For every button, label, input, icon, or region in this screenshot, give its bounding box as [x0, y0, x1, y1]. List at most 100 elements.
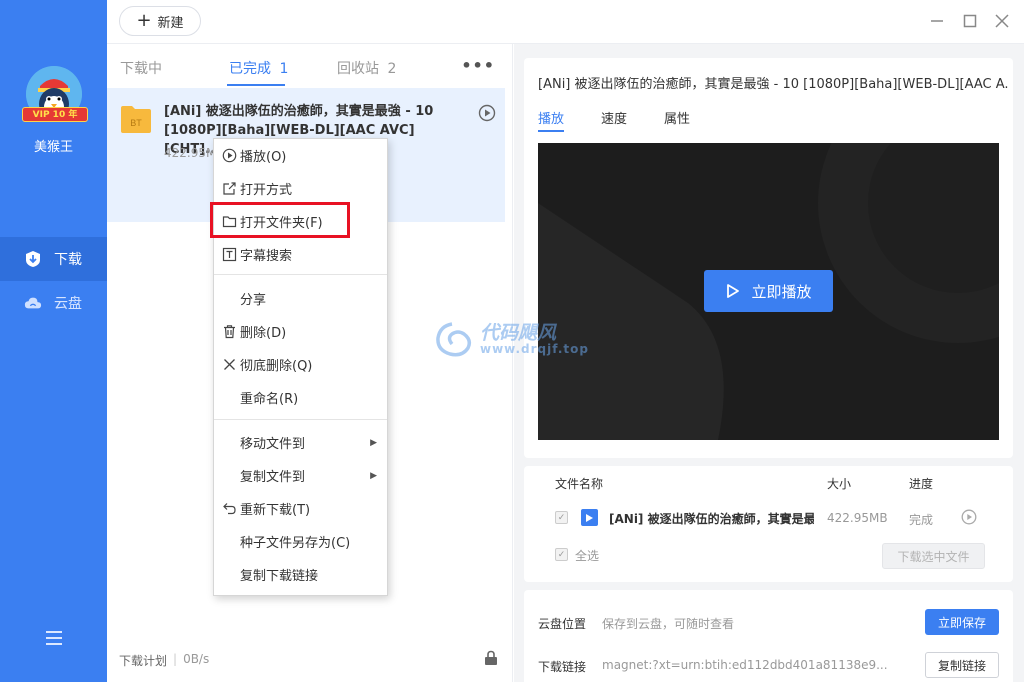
menu-item-copy-download-link[interactable]: 复制下载链接 [214, 558, 387, 591]
play-icon [727, 284, 740, 298]
menu-item-copy-to[interactable]: 复制文件到 ▶ [214, 459, 387, 492]
menu-item-subtitle-search[interactable]: 字幕搜索 [214, 238, 387, 271]
more-options-icon[interactable]: ••• [461, 56, 495, 75]
watermark-title: 代码飓风 [480, 322, 557, 344]
open-with-icon [221, 181, 237, 197]
highlight-annotation-box [210, 202, 350, 238]
tab-recycle-bin[interactable]: 回收站 2 [337, 58, 396, 78]
menu-item-label: 种子文件另存为(C) [240, 536, 351, 551]
file-checkbox[interactable]: ✓ [555, 511, 568, 524]
watermark-url: www.drqjf.top [480, 342, 589, 356]
menu-item-label: 播放(O) [240, 150, 287, 165]
menu-item-move-to[interactable]: 移动文件到 ▶ [214, 426, 387, 459]
sidebar-item-label: 下载 [54, 252, 82, 268]
trash-icon [221, 324, 237, 340]
subtitle-icon [221, 247, 237, 263]
magnet-link-text[interactable]: magnet:?xt=urn:btih:ed112dbd401a81138e9.… [602, 658, 902, 672]
sidebar-item-label: 云盘 [54, 296, 82, 312]
top-bar: + 新建 [107, 0, 1024, 44]
close-window-icon[interactable] [991, 10, 1013, 32]
tab-label: 下载中 [120, 61, 162, 77]
menu-item-rename[interactable]: 重命名(R) [214, 381, 387, 414]
menu-item-label: 彻底删除(Q) [240, 359, 313, 374]
download-speed: 0B/s [183, 652, 210, 666]
tab-completed[interactable]: 已完成 1 [229, 58, 288, 78]
menu-item-label: 重命名(R) [240, 392, 299, 407]
redo-icon [221, 501, 237, 517]
download-plan-link[interactable]: 下载计划 [119, 652, 167, 669]
maximize-icon[interactable] [959, 10, 981, 32]
video-file-icon [581, 509, 598, 526]
plus-icon: + [136, 10, 152, 31]
footer-divider: | [173, 652, 178, 666]
tab-properties[interactable]: 属性 [664, 108, 690, 127]
tab-count: 2 [387, 61, 397, 77]
sidebar: VIP 10 年 美猴王 下载 云盘 [0, 0, 107, 682]
watermark: 代码飓风 www.drqjf.top [432, 318, 602, 362]
menu-divider [214, 274, 387, 275]
submenu-arrow-icon: ▶ [370, 437, 377, 448]
menu-item-redownload[interactable]: 重新下载(T) [214, 492, 387, 525]
play-circle-icon[interactable] [961, 509, 977, 525]
hamburger-menu-icon[interactable] [44, 628, 64, 648]
menu-item-share[interactable]: 分享 [214, 282, 387, 315]
detail-title: [ANi] 被逐出隊伍的治癒師，其實是最強 - 10 [1080P][Baha]… [538, 77, 1008, 92]
task-size: 422.95M [164, 146, 217, 160]
new-task-label: 新建 [157, 15, 184, 31]
menu-item-label: 分享 [240, 293, 267, 308]
col-header-progress: 进度 [909, 477, 934, 491]
menu-item-play[interactable]: 播放(O) [214, 139, 387, 172]
svg-text:BT: BT [130, 118, 142, 128]
tab-label: 回收站 [337, 61, 379, 77]
hurricane-logo-icon [436, 322, 472, 357]
detail-panel: [ANi] 被逐出隊伍的治癒師，其實是最強 - 10 [1080P][Baha]… [514, 44, 1024, 682]
menu-item-label: 打开方式 [240, 183, 293, 198]
new-task-button[interactable]: + 新建 [119, 6, 201, 36]
download-selected-button[interactable]: 下载选中文件 [882, 543, 985, 569]
menu-item-label: 移动文件到 [240, 437, 306, 452]
active-tab-indicator [227, 84, 285, 86]
play-now-button[interactable]: 立即播放 [704, 270, 833, 312]
file-status: 完成 [909, 513, 934, 527]
select-all-label: 全选 [575, 549, 600, 563]
sidebar-item-cloud[interactable]: 云盘 [0, 281, 107, 325]
menu-item-save-torrent[interactable]: 种子文件另存为(C) [214, 525, 387, 558]
menu-divider [214, 419, 387, 420]
cloud-location-text: 保存到云盘，可随时查看 [602, 617, 735, 631]
menu-item-delete[interactable]: 删除(D) [214, 315, 387, 348]
menu-item-open-with[interactable]: 打开方式 [214, 172, 387, 205]
username[interactable]: 美猴王 [0, 136, 107, 155]
menu-item-permanent-delete[interactable]: 彻底删除(Q) [214, 348, 387, 381]
vip-badge: VIP 10 年 [22, 107, 88, 122]
cloud-location-label: 云盘位置 [538, 617, 587, 631]
menu-item-label: 复制下载链接 [240, 569, 319, 584]
save-now-button[interactable]: 立即保存 [925, 609, 999, 635]
tab-speed[interactable]: 速度 [601, 108, 627, 127]
download-link-label: 下载链接 [538, 660, 587, 674]
menu-item-label: 重新下载(T) [240, 503, 311, 518]
play-now-label: 立即播放 [751, 282, 812, 301]
col-header-name: 文件名称 [555, 477, 604, 491]
file-size: 422.95MB [827, 511, 888, 525]
select-all-checkbox[interactable]: ✓ [555, 548, 568, 561]
menu-item-label: 复制文件到 [240, 470, 306, 485]
lock-icon[interactable] [483, 650, 499, 666]
tab-downloading[interactable]: 下载中 [120, 58, 162, 78]
active-tab-indicator [538, 130, 564, 132]
file-name: [ANi] 被逐出隊伍的治癒師，其實是最強 - 10 [1080P][Baha]… [609, 512, 814, 526]
play-circle-icon[interactable] [478, 104, 496, 122]
col-header-size: 大小 [827, 477, 852, 491]
status-footer: 下载计划 | 0B/s [119, 652, 209, 669]
submenu-arrow-icon: ▶ [370, 470, 377, 481]
tab-play[interactable]: 播放 [538, 108, 564, 127]
play-circle-icon [221, 148, 237, 164]
task-tabs: 下载中 已完成 1 回收站 2 ••• [107, 44, 513, 88]
copy-link-button[interactable]: 复制链接 [925, 652, 999, 678]
cloud-icon [24, 294, 42, 312]
menu-item-label: 字幕搜索 [240, 249, 293, 264]
tab-count: 1 [279, 61, 289, 77]
sidebar-item-download[interactable]: 下载 [0, 237, 107, 281]
close-icon [221, 357, 237, 373]
bt-folder-icon: BT [120, 104, 152, 134]
minimize-icon[interactable] [926, 10, 948, 32]
